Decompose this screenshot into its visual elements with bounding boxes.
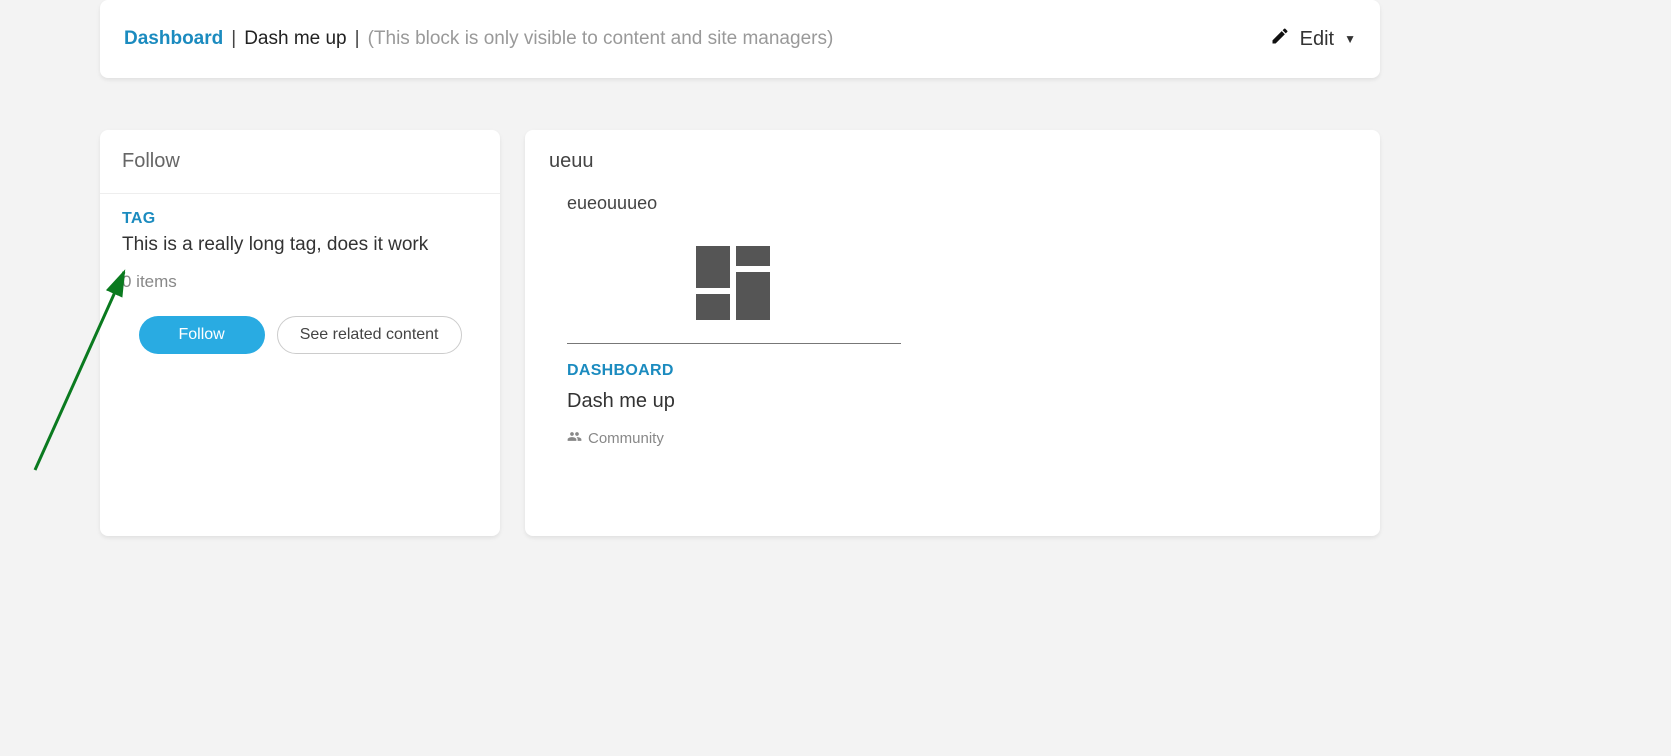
breadcrumb-current: Dash me up <box>244 28 346 50</box>
visibility-note: (This block is only visible to content a… <box>368 28 834 50</box>
pencil-icon <box>1270 26 1290 52</box>
tag-type-label: TAG <box>122 210 478 228</box>
content-card-subtitle: eueouuueo <box>567 193 1356 214</box>
edit-label: Edit <box>1300 28 1334 51</box>
see-related-button[interactable]: See related content <box>277 316 462 354</box>
breadcrumb: Dashboard | Dash me up | (This block is … <box>124 28 833 50</box>
item-thumbnail <box>567 224 901 344</box>
content-card-title: ueuu <box>549 150 1356 173</box>
item-type-label: DASHBOARD <box>567 362 917 380</box>
follow-card: Follow TAG This is a really long tag, do… <box>100 130 500 536</box>
breadcrumb-dashboard-link[interactable]: Dashboard <box>124 28 223 50</box>
tag-item-count: 0 items <box>122 272 478 292</box>
content-item[interactable]: DASHBOARD Dash me up Community <box>567 224 917 448</box>
header-bar: Dashboard | Dash me up | (This block is … <box>100 0 1380 78</box>
edit-dropdown[interactable]: Edit ▼ <box>1270 26 1356 52</box>
item-meta: Community <box>567 429 917 448</box>
chevron-down-icon: ▼ <box>1344 32 1356 46</box>
dashboard-tiles-icon <box>696 246 772 322</box>
content-card: ueuu eueouuueo DASHBOARD Dash me up Comm… <box>525 130 1380 536</box>
community-icon <box>567 429 582 448</box>
breadcrumb-separator: | <box>231 28 236 50</box>
breadcrumb-separator: | <box>355 28 360 50</box>
follow-card-header: Follow <box>100 130 500 194</box>
item-community-label: Community <box>588 430 664 447</box>
item-name: Dash me up <box>567 390 917 413</box>
follow-button[interactable]: Follow <box>139 316 265 354</box>
